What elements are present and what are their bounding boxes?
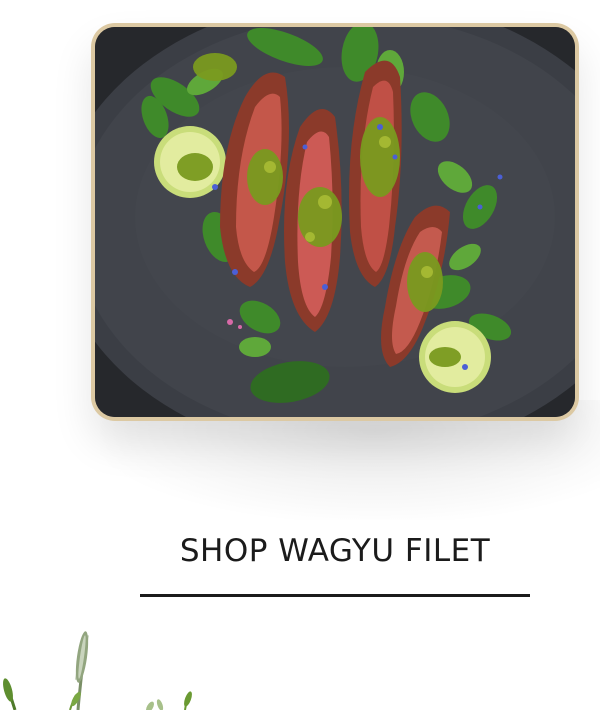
product-photo[interactable] xyxy=(95,27,575,417)
herb-sprig-decoration xyxy=(0,595,230,713)
shop-wagyu-filet-link[interactable]: SHOP WAGYU FILET xyxy=(140,528,530,598)
shop-link-label: SHOP WAGYU FILET xyxy=(179,533,491,569)
product-image-card[interactable] xyxy=(91,23,579,421)
